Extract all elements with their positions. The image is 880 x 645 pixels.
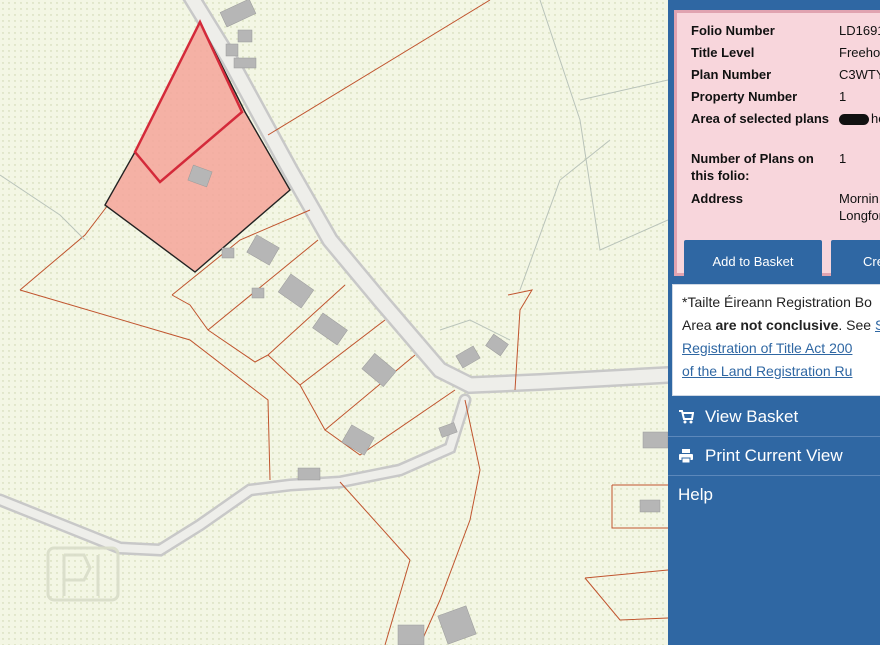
disclaimer-box: *Tailte Éireann Registration Bo Area are… [672, 284, 880, 396]
side-panel: Folio Number LD16919 Title Level Freehol… [668, 0, 880, 645]
registration-act-link[interactable]: Registration of Title Act 200 [682, 340, 852, 356]
property-number-label: Property Number [691, 89, 798, 104]
help-label: Help [678, 485, 713, 504]
print-view-label: Print Current View [705, 446, 843, 465]
create-button[interactable]: Cre [831, 240, 880, 282]
folio-info-card: Folio Number LD16919 Title Level Freehol… [674, 10, 880, 282]
print-view-button[interactable]: Print Current View [668, 437, 880, 475]
add-to-basket-button[interactable]: Add to Basket [684, 240, 822, 282]
disclaimer-line-1: *Tailte Éireann Registration Bo [682, 294, 872, 310]
plan-number-value: C3WTY [839, 67, 880, 82]
land-registration-rules-link[interactable]: of the Land Registration Ru [682, 363, 852, 379]
area-unit: hec [871, 111, 880, 126]
disclaimer-link-start[interactable]: S [875, 317, 880, 333]
view-basket-button[interactable]: View Basket [668, 398, 880, 436]
cart-icon [679, 410, 694, 424]
property-number-value: 1 [839, 89, 847, 104]
disclaimer-see: . See [838, 317, 875, 333]
address-label: Address [691, 191, 744, 206]
area-label: Area of selected plans [691, 111, 829, 126]
redaction-mark [839, 114, 869, 126]
view-basket-label: View Basket [705, 407, 799, 426]
folio-number-label: Folio Number [691, 23, 775, 38]
plan-number-label: Plan Number [691, 67, 772, 82]
plans-count-label: Number of Plans on this folio: [691, 151, 814, 183]
title-level-value: Freehold [839, 45, 880, 60]
disclaimer-bold: are not conclusive [715, 317, 839, 333]
title-level-label: Title Level [691, 45, 755, 60]
area-value: hec [839, 110, 880, 127]
folio-number-value: LD16919 [839, 23, 880, 38]
map-view[interactable] [0, 0, 668, 645]
disclaimer-line-2: Area are not conclusive. See S [682, 314, 880, 337]
help-link[interactable]: Help [668, 476, 880, 514]
disclaimer-text: Area [682, 317, 716, 333]
address-value: Mornin, Longford [839, 191, 880, 223]
plans-count-value: 1 [839, 151, 847, 166]
print-icon [679, 449, 693, 464]
